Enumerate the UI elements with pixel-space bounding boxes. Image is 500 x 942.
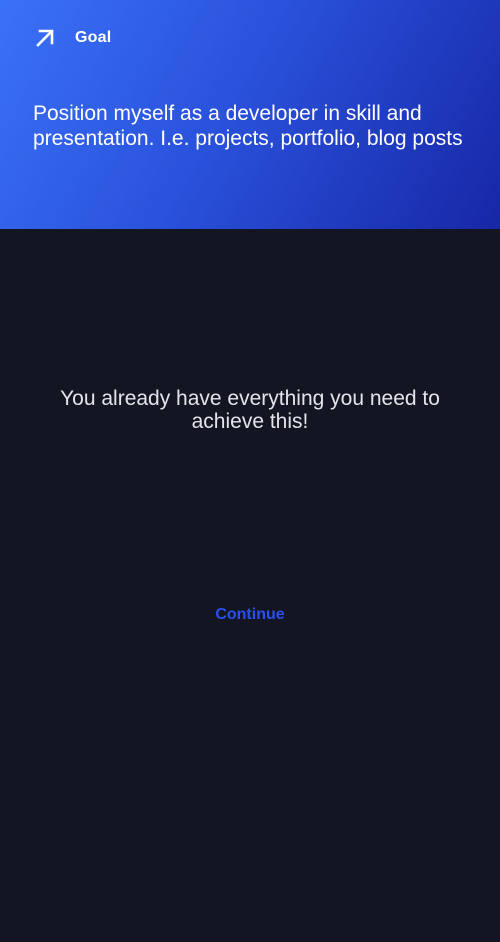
- continue-button[interactable]: Continue: [200, 602, 300, 628]
- goal-heading-row: Goal: [34, 27, 111, 49]
- goal-header: Goal Position myself as a developer in s…: [0, 0, 500, 229]
- achievement-message: You already have everything you need to …: [60, 387, 440, 433]
- arrow-up-right-icon: [36, 29, 54, 47]
- goal-label: Goal: [75, 29, 112, 46]
- goal-title: Position myself as a developer in skill …: [33, 102, 463, 150]
